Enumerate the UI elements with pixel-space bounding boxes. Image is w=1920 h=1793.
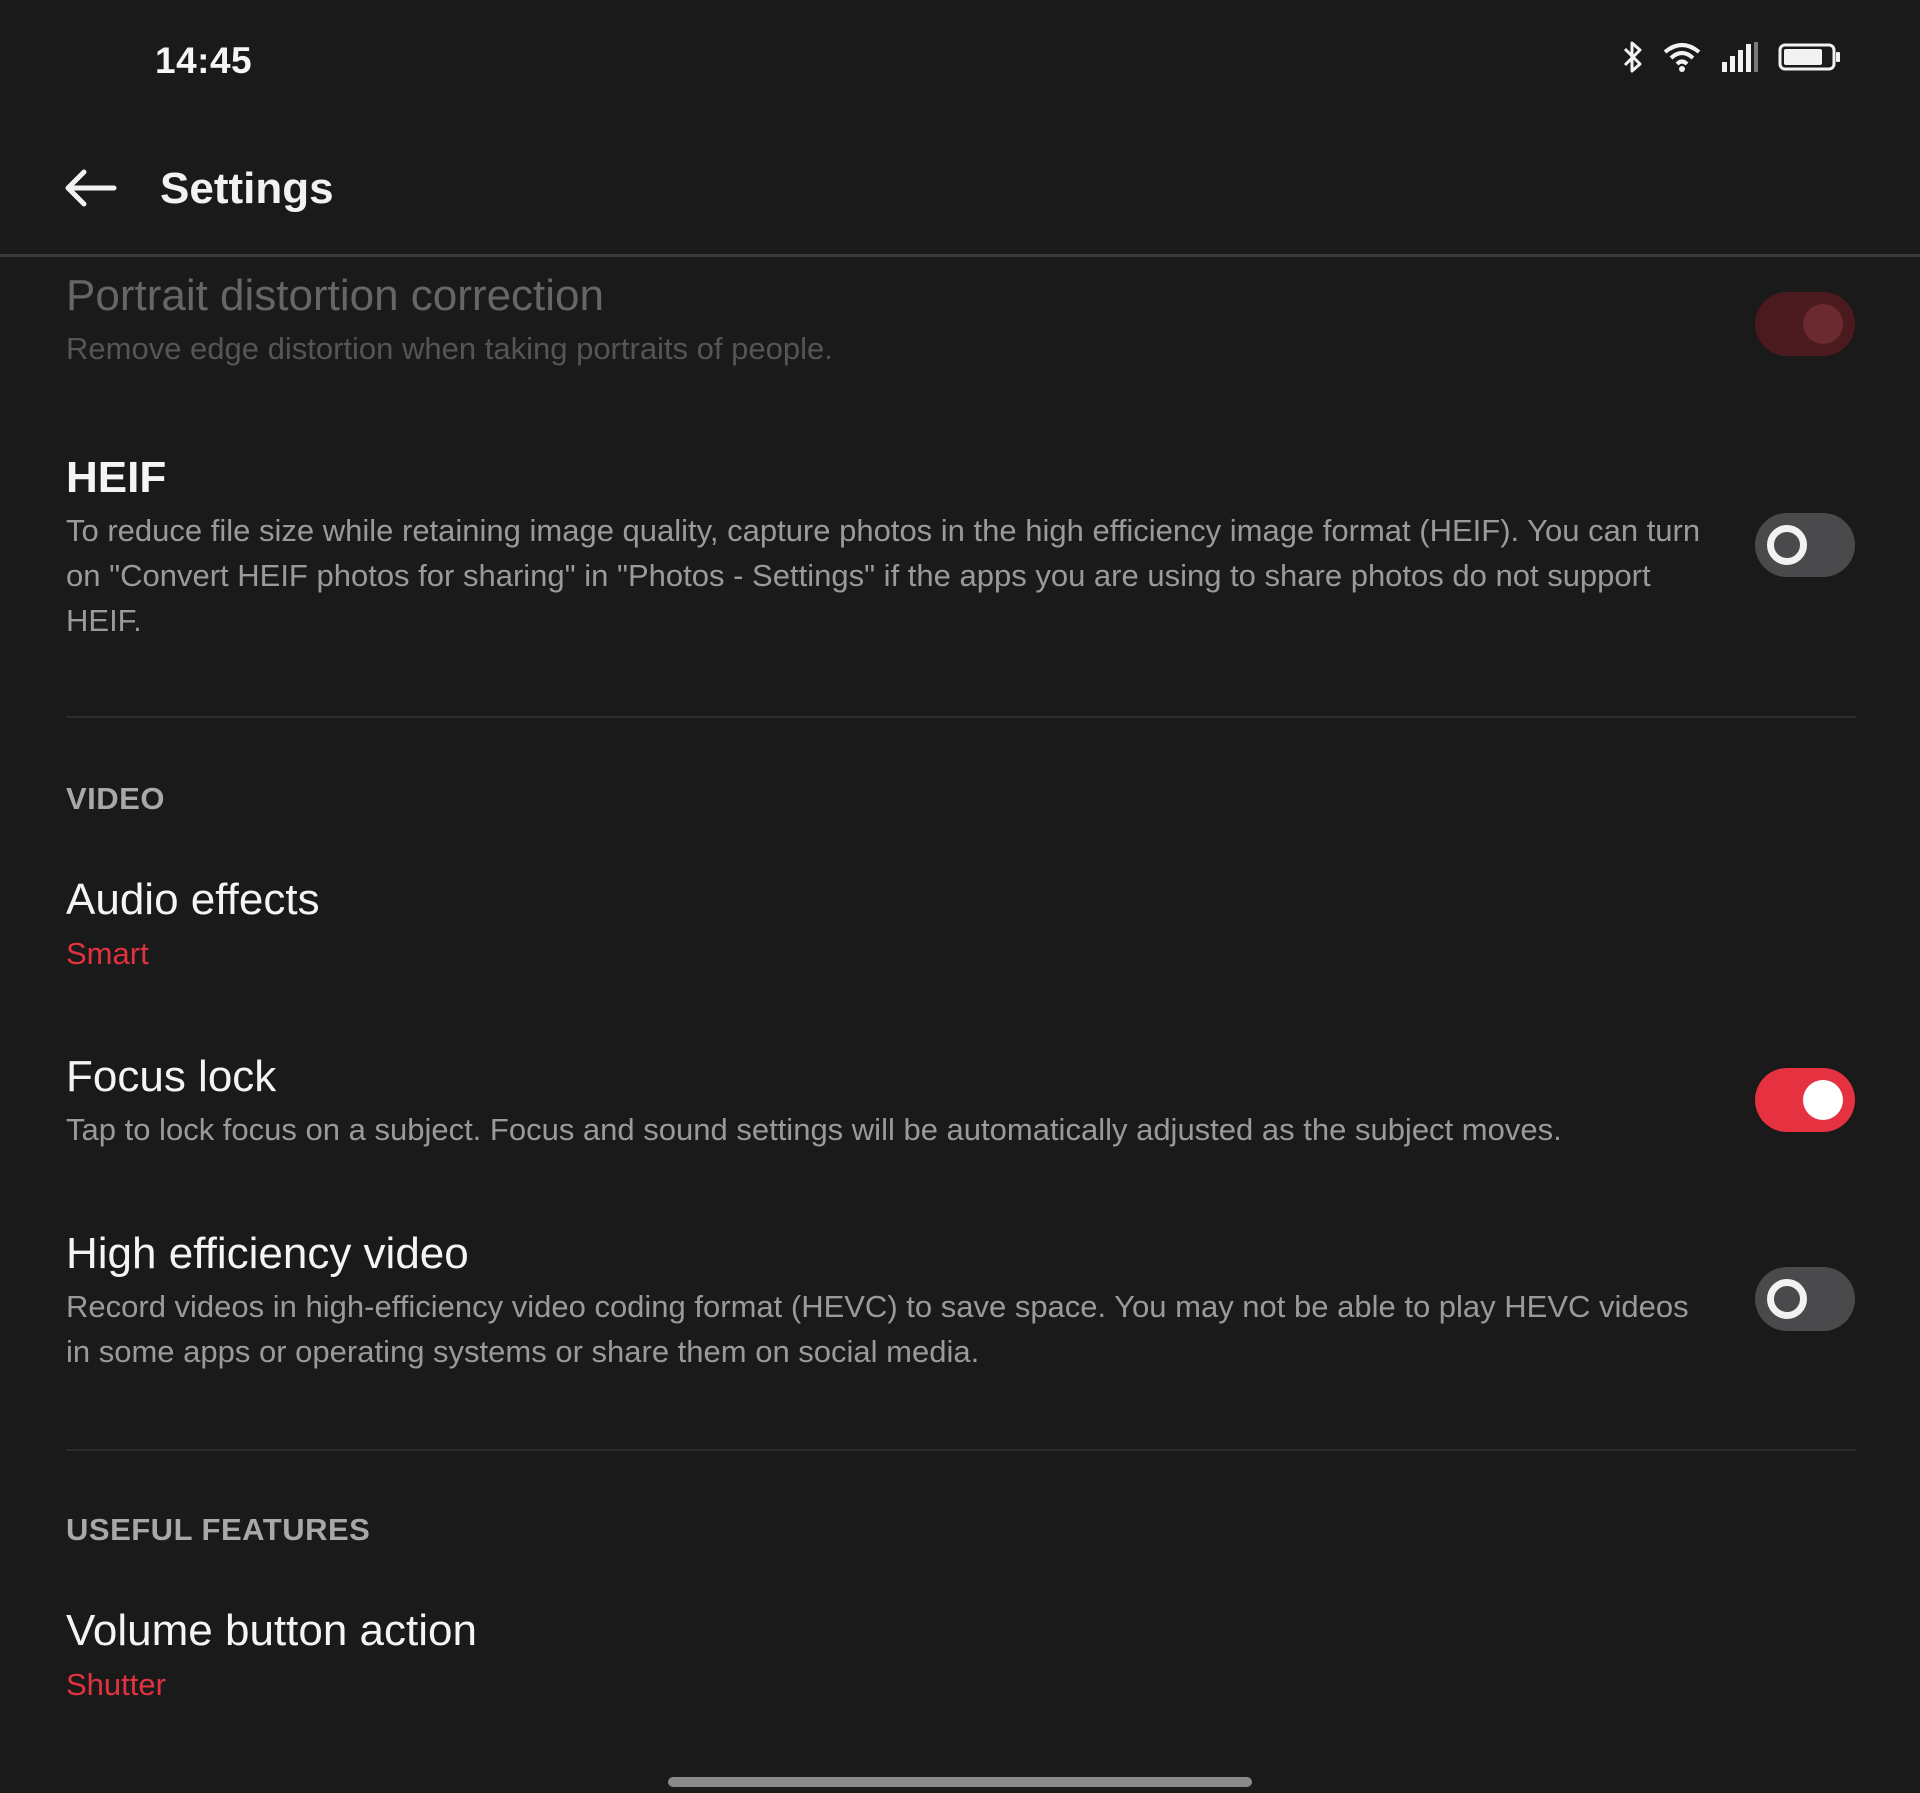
- setting-value: Shutter: [66, 1667, 166, 1702]
- high-efficiency-video-toggle[interactable]: [1755, 1267, 1855, 1331]
- setting-description: Tap to lock focus on a subject. Focus an…: [66, 1112, 1562, 1147]
- setting-heif[interactable]: HEIF To reduce file size while retaining…: [66, 452, 1856, 643]
- home-indicator[interactable]: [668, 1777, 1252, 1787]
- bluetooth-icon: [1622, 40, 1644, 74]
- cellular-signal-icon: [1720, 40, 1760, 74]
- status-bar: 14:45: [0, 0, 1920, 120]
- app-bar: Settings: [0, 140, 1920, 255]
- setting-high-efficiency-video[interactable]: High efficiency video Record videos in h…: [66, 1228, 1856, 1374]
- heif-toggle[interactable]: [1755, 513, 1855, 577]
- battery-icon: [1778, 40, 1842, 74]
- app-bar-divider: [0, 254, 1920, 257]
- setting-title: Focus lock: [66, 1052, 277, 1101]
- toggle-knob: [1803, 304, 1843, 344]
- setting-title: High efficiency video: [66, 1229, 469, 1278]
- status-icons: [1622, 40, 1842, 74]
- setting-description: Record videos in high-efficiency video c…: [66, 1289, 1689, 1369]
- arrow-left-icon: [62, 166, 118, 215]
- setting-title: Portrait distortion correction: [66, 271, 604, 320]
- section-label-video: VIDEO: [66, 781, 165, 816]
- setting-audio-effects[interactable]: Audio effects Smart: [66, 874, 1856, 972]
- setting-focus-lock[interactable]: Focus lock Tap to lock focus on a subjec…: [66, 1051, 1856, 1152]
- focus-lock-toggle[interactable]: [1755, 1068, 1855, 1132]
- setting-title: HEIF: [66, 453, 167, 502]
- setting-description: To reduce file size while retaining imag…: [66, 513, 1701, 638]
- setting-volume-button-action[interactable]: Volume button action Shutter: [66, 1605, 1856, 1703]
- setting-value: Smart: [66, 936, 149, 971]
- setting-title: Audio effects: [66, 875, 320, 924]
- setting-portrait-distortion[interactable]: Portrait distortion correction Remove ed…: [66, 270, 1856, 371]
- toggle-knob: [1803, 1080, 1843, 1120]
- wifi-icon: [1662, 40, 1702, 74]
- portrait-distortion-toggle[interactable]: [1755, 292, 1855, 356]
- toggle-knob: [1767, 525, 1807, 565]
- section-divider: [66, 1449, 1856, 1451]
- toggle-knob: [1767, 1279, 1807, 1319]
- section-label-useful-features: USEFUL FEATURES: [66, 1512, 371, 1547]
- setting-title: Volume button action: [66, 1606, 477, 1655]
- status-time: 14:45: [155, 40, 253, 81]
- section-divider: [66, 716, 1856, 718]
- setting-description: Remove edge distortion when taking portr…: [66, 331, 833, 366]
- page-title: Settings: [160, 164, 334, 213]
- back-button[interactable]: [60, 160, 120, 220]
